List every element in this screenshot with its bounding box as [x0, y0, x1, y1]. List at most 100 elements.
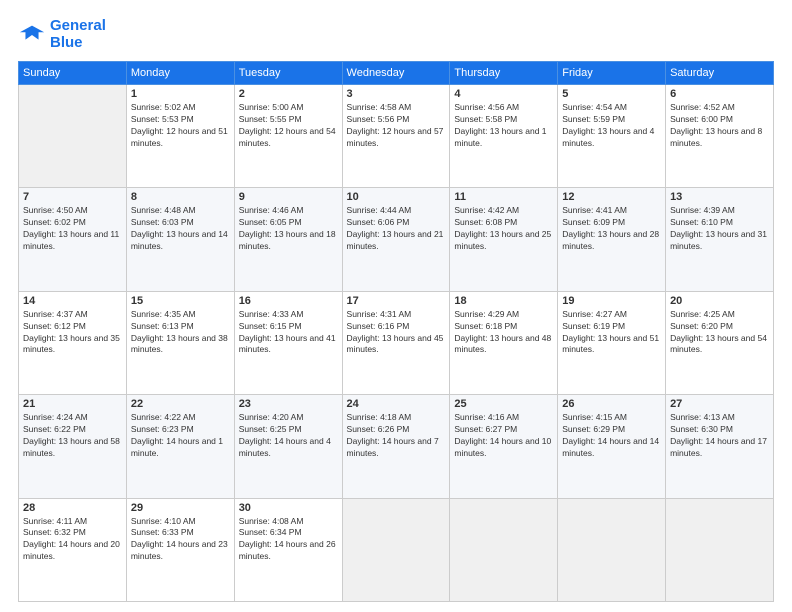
logo-icon	[18, 21, 46, 49]
calendar-week-1: 1Sunrise: 5:02 AMSunset: 5:53 PMDaylight…	[19, 85, 774, 188]
day-number: 15	[131, 295, 230, 307]
day-info: Sunrise: 4:11 AMSunset: 6:32 PMDaylight:…	[23, 516, 122, 564]
calendar-cell: 19 Sunrise: 4:27 AMSunset: 6:19 PMDayligh…	[558, 291, 666, 394]
day-info: Sunrise: 4:18 AMSunset: 6:26 PMDaylight:…	[347, 412, 446, 460]
calendar-cell: 28 Sunrise: 4:11 AMSunset: 6:32 PMDayligh…	[19, 498, 127, 601]
calendar-cell: 14 Sunrise: 4:37 AMSunset: 6:12 PMDayligh…	[19, 291, 127, 394]
day-number: 27	[670, 398, 769, 410]
day-number: 8	[131, 191, 230, 203]
calendar-cell: 4 Sunrise: 4:56 AMSunset: 5:58 PMDaylight…	[450, 85, 558, 188]
day-number: 7	[23, 191, 122, 203]
day-info: Sunrise: 4:35 AMSunset: 6:13 PMDaylight:…	[131, 309, 230, 357]
calendar-week-4: 21 Sunrise: 4:24 AMSunset: 6:22 PMDayligh…	[19, 395, 774, 498]
day-info: Sunrise: 4:33 AMSunset: 6:15 PMDaylight:…	[239, 309, 338, 357]
day-number: 16	[239, 295, 338, 307]
day-info: Sunrise: 4:27 AMSunset: 6:19 PMDaylight:…	[562, 309, 661, 357]
day-number: 11	[454, 191, 553, 203]
calendar-cell: 20 Sunrise: 4:25 AMSunset: 6:20 PMDayligh…	[666, 291, 774, 394]
day-info: Sunrise: 4:50 AMSunset: 6:02 PMDaylight:…	[23, 205, 122, 253]
calendar-cell: 2Sunrise: 5:00 AMSunset: 5:55 PMDaylight…	[234, 85, 342, 188]
day-info: Sunrise: 4:58 AMSunset: 5:56 PMDaylight:…	[347, 102, 446, 150]
calendar-cell: 1Sunrise: 5:02 AMSunset: 5:53 PMDaylight…	[126, 85, 234, 188]
day-number: 18	[454, 295, 553, 307]
calendar-cell: 12 Sunrise: 4:41 AMSunset: 6:09 PMDayligh…	[558, 188, 666, 291]
calendar-cell: 22 Sunrise: 4:22 AMSunset: 6:23 PMDayligh…	[126, 395, 234, 498]
day-number: 29	[131, 502, 230, 514]
day-info: Sunrise: 4:41 AMSunset: 6:09 PMDaylight:…	[562, 205, 661, 253]
day-info: Sunrise: 4:13 AMSunset: 6:30 PMDaylight:…	[670, 412, 769, 460]
day-number: 17	[347, 295, 446, 307]
header: General Blue	[18, 18, 774, 51]
calendar-cell: 7 Sunrise: 4:50 AMSunset: 6:02 PMDaylight…	[19, 188, 127, 291]
day-number: 14	[23, 295, 122, 307]
calendar-cell	[450, 498, 558, 601]
column-header-saturday: Saturday	[666, 62, 774, 85]
day-info: Sunrise: 4:39 AMSunset: 6:10 PMDaylight:…	[670, 205, 769, 253]
column-header-tuesday: Tuesday	[234, 62, 342, 85]
calendar-cell: 15 Sunrise: 4:35 AMSunset: 6:13 PMDayligh…	[126, 291, 234, 394]
calendar-table: SundayMondayTuesdayWednesdayThursdayFrid…	[18, 61, 774, 602]
calendar-cell: 5 Sunrise: 4:54 AMSunset: 5:59 PMDaylight…	[558, 85, 666, 188]
calendar-cell: 13 Sunrise: 4:39 AMSunset: 6:10 PMDayligh…	[666, 188, 774, 291]
day-info: Sunrise: 4:54 AMSunset: 5:59 PMDaylight:…	[562, 102, 661, 150]
day-info: Sunrise: 4:25 AMSunset: 6:20 PMDaylight:…	[670, 309, 769, 357]
calendar-cell	[558, 498, 666, 601]
day-number: 28	[23, 502, 122, 514]
calendar-cell: 11 Sunrise: 4:42 AMSunset: 6:08 PMDayligh…	[450, 188, 558, 291]
day-number: 20	[670, 295, 769, 307]
day-number: 23	[239, 398, 338, 410]
day-number: 13	[670, 191, 769, 203]
day-info: Sunrise: 4:22 AMSunset: 6:23 PMDaylight:…	[131, 412, 230, 460]
day-info: Sunrise: 4:29 AMSunset: 6:18 PMDaylight:…	[454, 309, 553, 357]
day-number: 4	[454, 88, 553, 100]
day-number: 25	[454, 398, 553, 410]
day-info: Sunrise: 4:15 AMSunset: 6:29 PMDaylight:…	[562, 412, 661, 460]
calendar-week-5: 28 Sunrise: 4:11 AMSunset: 6:32 PMDayligh…	[19, 498, 774, 601]
column-header-sunday: Sunday	[19, 62, 127, 85]
day-info: Sunrise: 4:37 AMSunset: 6:12 PMDaylight:…	[23, 309, 122, 357]
calendar-cell: 27 Sunrise: 4:13 AMSunset: 6:30 PMDayligh…	[666, 395, 774, 498]
column-header-thursday: Thursday	[450, 62, 558, 85]
column-header-monday: Monday	[126, 62, 234, 85]
calendar-cell	[342, 498, 450, 601]
calendar-cell: 17Sunrise: 4:31 AMSunset: 6:16 PMDayligh…	[342, 291, 450, 394]
logo: General Blue	[18, 18, 106, 51]
day-number: 1	[131, 88, 230, 100]
day-info: Sunrise: 4:16 AMSunset: 6:27 PMDaylight:…	[454, 412, 553, 460]
day-number: 9	[239, 191, 338, 203]
page: General Blue SundayMondayTuesdayWednesda…	[0, 0, 792, 612]
day-info: Sunrise: 4:44 AMSunset: 6:06 PMDaylight:…	[347, 205, 446, 253]
calendar-cell: 21 Sunrise: 4:24 AMSunset: 6:22 PMDayligh…	[19, 395, 127, 498]
calendar-cell: 25 Sunrise: 4:16 AMSunset: 6:27 PMDayligh…	[450, 395, 558, 498]
calendar-cell: 26Sunrise: 4:15 AMSunset: 6:29 PMDayligh…	[558, 395, 666, 498]
day-number: 2	[239, 88, 338, 100]
day-number: 22	[131, 398, 230, 410]
calendar-cell	[19, 85, 127, 188]
day-info: Sunrise: 4:46 AMSunset: 6:05 PMDaylight:…	[239, 205, 338, 253]
calendar-cell	[666, 498, 774, 601]
calendar-cell: 10 Sunrise: 4:44 AMSunset: 6:06 PMDayligh…	[342, 188, 450, 291]
day-info: Sunrise: 4:56 AMSunset: 5:58 PMDaylight:…	[454, 102, 553, 150]
day-number: 21	[23, 398, 122, 410]
calendar-week-3: 14 Sunrise: 4:37 AMSunset: 6:12 PMDayligh…	[19, 291, 774, 394]
day-number: 5	[562, 88, 661, 100]
day-number: 12	[562, 191, 661, 203]
day-info: Sunrise: 4:48 AMSunset: 6:03 PMDaylight:…	[131, 205, 230, 253]
day-number: 19	[562, 295, 661, 307]
calendar-cell: 16 Sunrise: 4:33 AMSunset: 6:15 PMDayligh…	[234, 291, 342, 394]
day-info: Sunrise: 4:52 AMSunset: 6:00 PMDaylight:…	[670, 102, 769, 150]
calendar-cell: 9 Sunrise: 4:46 AMSunset: 6:05 PMDaylight…	[234, 188, 342, 291]
logo-text: General Blue	[50, 18, 106, 51]
calendar-cell: 24Sunrise: 4:18 AMSunset: 6:26 PMDayligh…	[342, 395, 450, 498]
day-info: Sunrise: 4:42 AMSunset: 6:08 PMDaylight:…	[454, 205, 553, 253]
calendar-cell: 30Sunrise: 4:08 AMSunset: 6:34 PMDayligh…	[234, 498, 342, 601]
day-number: 3	[347, 88, 446, 100]
calendar-cell: 18 Sunrise: 4:29 AMSunset: 6:18 PMDayligh…	[450, 291, 558, 394]
calendar-cell: 8 Sunrise: 4:48 AMSunset: 6:03 PMDaylight…	[126, 188, 234, 291]
day-info: Sunrise: 4:08 AMSunset: 6:34 PMDaylight:…	[239, 516, 338, 564]
calendar-cell: 3 Sunrise: 4:58 AMSunset: 5:56 PMDaylight…	[342, 85, 450, 188]
day-info: Sunrise: 4:24 AMSunset: 6:22 PMDaylight:…	[23, 412, 122, 460]
calendar-cell: 23Sunrise: 4:20 AMSunset: 6:25 PMDayligh…	[234, 395, 342, 498]
day-number: 10	[347, 191, 446, 203]
column-header-friday: Friday	[558, 62, 666, 85]
